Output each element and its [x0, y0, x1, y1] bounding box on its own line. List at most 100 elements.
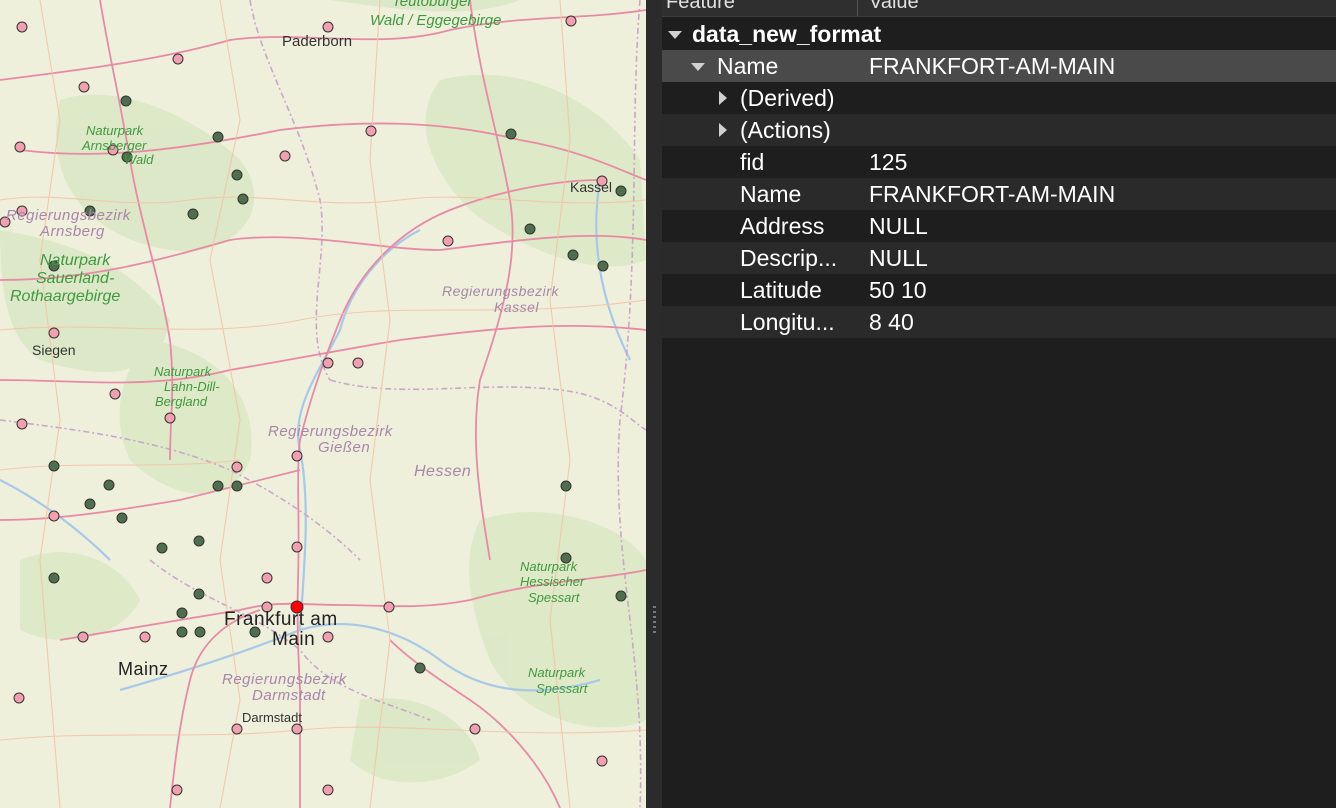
- map-point-marker[interactable]: [237, 193, 249, 205]
- expand-arrow-icon[interactable]: [719, 91, 727, 105]
- map-point-marker[interactable]: [231, 461, 243, 473]
- map-point-marker[interactable]: [171, 784, 183, 796]
- map-label-rb-kassel-2: Kassel: [494, 299, 540, 315]
- map-point-marker[interactable]: [505, 128, 517, 140]
- map-point-marker[interactable]: [187, 208, 199, 220]
- attribute-value: FRANKFORT-AM-MAIN: [869, 53, 1116, 79]
- map-label-rb-darmstadt-1: Regierungsbezirk: [222, 671, 347, 688]
- header-separator[interactable]: [857, 0, 858, 16]
- map-point-marker[interactable]: [48, 510, 60, 522]
- collapse-arrow-icon[interactable]: [668, 31, 682, 39]
- attribute-key: (Actions): [740, 117, 831, 143]
- collapse-arrow-icon[interactable]: [691, 63, 705, 71]
- map-point-marker[interactable]: [116, 512, 128, 524]
- map-point-marker[interactable]: [193, 535, 205, 547]
- map-point-marker[interactable]: [231, 480, 243, 492]
- map-point-marker[interactable]: [48, 460, 60, 472]
- map-point-marker[interactable]: [322, 357, 334, 369]
- tree-row-actions[interactable]: (Actions): [662, 114, 1336, 146]
- map-point-marker[interactable]: [194, 626, 206, 638]
- map-point-marker[interactable]: [156, 542, 168, 554]
- map-canvas[interactable]: Teutoburger Wald / Eggegebirge Paderborn…: [0, 0, 646, 808]
- map-label-naturpark-sauerland-3: Rothaargebirge: [10, 288, 121, 305]
- attribute-value: 50 10: [869, 277, 927, 303]
- attribute-key: Latitude: [740, 277, 822, 303]
- map-point-marker[interactable]: [352, 357, 364, 369]
- map-label-rb-arnsberg-1: Regierungsbezirk: [6, 207, 131, 224]
- attribute-key: fid: [740, 149, 765, 175]
- map-point-marker[interactable]: [231, 169, 243, 181]
- map-point-marker[interactable]: [77, 631, 89, 643]
- map-point-marker[interactable]: [212, 131, 224, 143]
- map-point-marker[interactable]: [596, 755, 608, 767]
- expand-arrow-icon[interactable]: [719, 123, 727, 137]
- map-point-marker[interactable]: [172, 53, 184, 65]
- tree-row-derived[interactable]: (Derived): [662, 82, 1336, 114]
- map-label-rb-kassel-1: Regierungsbezirk: [442, 283, 559, 299]
- map-point-marker[interactable]: [291, 723, 303, 735]
- map-point-marker[interactable]: [139, 631, 151, 643]
- map-point-marker[interactable]: [48, 572, 60, 584]
- header-value[interactable]: Value: [869, 0, 919, 14]
- map-point-marker[interactable]: [16, 418, 28, 430]
- map-point-marker[interactable]: [16, 21, 28, 33]
- map-point-marker[interactable]: [109, 388, 121, 400]
- map-point-marker[interactable]: [231, 723, 243, 735]
- map-label-darmstadt: Darmstadt: [242, 710, 302, 725]
- map-point-marker[interactable]: [261, 572, 273, 584]
- map-point-marker[interactable]: [322, 631, 334, 643]
- map-point-marker[interactable]: [120, 95, 132, 107]
- map-point-marker[interactable]: [291, 541, 303, 553]
- table-row[interactable]: Descrip... NULL: [662, 242, 1336, 274]
- map-point-marker[interactable]: [322, 21, 334, 33]
- map-point-marker[interactable]: [13, 692, 25, 704]
- results-table-header: Feature Value: [662, 0, 1336, 17]
- tree-row-layer[interactable]: data_new_format: [662, 18, 1336, 50]
- map-point-marker[interactable]: [560, 480, 572, 492]
- map-point-marker[interactable]: [414, 662, 426, 674]
- table-row[interactable]: fid 125: [662, 146, 1336, 178]
- attribute-value: FRANKFORT-AM-MAIN: [869, 181, 1116, 207]
- map-label-naturpark-arnsberger-1: Naturpark: [86, 123, 144, 138]
- table-row[interactable]: Address NULL: [662, 210, 1336, 242]
- map-point-marker[interactable]: [383, 601, 395, 613]
- layer-name: data_new_format: [692, 21, 882, 47]
- map-label-naturpark-hess-spessart-1: Naturpark: [520, 559, 578, 574]
- map-point-marker[interactable]: [84, 498, 96, 510]
- splitter-grip-icon[interactable]: [653, 606, 656, 642]
- map-point-marker[interactable]: [103, 479, 115, 491]
- map-point-marker[interactable]: [176, 607, 188, 619]
- map-point-marker[interactable]: [442, 235, 454, 247]
- map-point-marker[interactable]: [565, 15, 577, 27]
- map-point-marker[interactable]: [322, 784, 334, 796]
- map-label-frankfurt-am-main-2: Main: [272, 629, 316, 650]
- map-point-marker[interactable]: [193, 588, 205, 600]
- map-point-marker[interactable]: [176, 626, 188, 638]
- tree-row-feature-name[interactable]: Name FRANKFORT-AM-MAIN: [662, 50, 1336, 82]
- map-label-rb-giessen-2: Gießen: [318, 439, 371, 456]
- map-point-marker[interactable]: [291, 450, 303, 462]
- map-point-marker[interactable]: [279, 150, 291, 162]
- map-point-marker[interactable]: [615, 590, 627, 602]
- panel-splitter[interactable]: [646, 0, 662, 808]
- table-row[interactable]: Latitude 50 10: [662, 274, 1336, 306]
- header-feature[interactable]: Feature: [666, 0, 735, 14]
- map-point-marker[interactable]: [78, 81, 90, 93]
- map-point-marker[interactable]: [615, 185, 627, 197]
- map-label-naturpark-spessart-1: Naturpark: [528, 665, 586, 680]
- map-point-marker[interactable]: [14, 141, 26, 153]
- map-point-marker[interactable]: [567, 249, 579, 261]
- map-point-marker[interactable]: [524, 223, 536, 235]
- map-label-rb-arnsberg-2: Arnsberg: [40, 223, 105, 240]
- map-point-marker[interactable]: [212, 480, 224, 492]
- table-row[interactable]: Longitu... 8 40: [662, 306, 1336, 338]
- map-point-marker[interactable]: [597, 260, 609, 272]
- map-point-marker[interactable]: [469, 723, 481, 735]
- map-point-marker[interactable]: [365, 125, 377, 137]
- attribute-key: Name: [740, 181, 802, 207]
- map-point-marker[interactable]: [48, 327, 60, 339]
- map-label-naturpark-lahn-dill-3: Bergland: [155, 394, 208, 409]
- table-row[interactable]: Name FRANKFORT-AM-MAIN: [662, 178, 1336, 210]
- map-label-naturpark-hess-spessart-3: Spessart: [528, 590, 580, 605]
- map-point-marker[interactable]: [164, 412, 176, 424]
